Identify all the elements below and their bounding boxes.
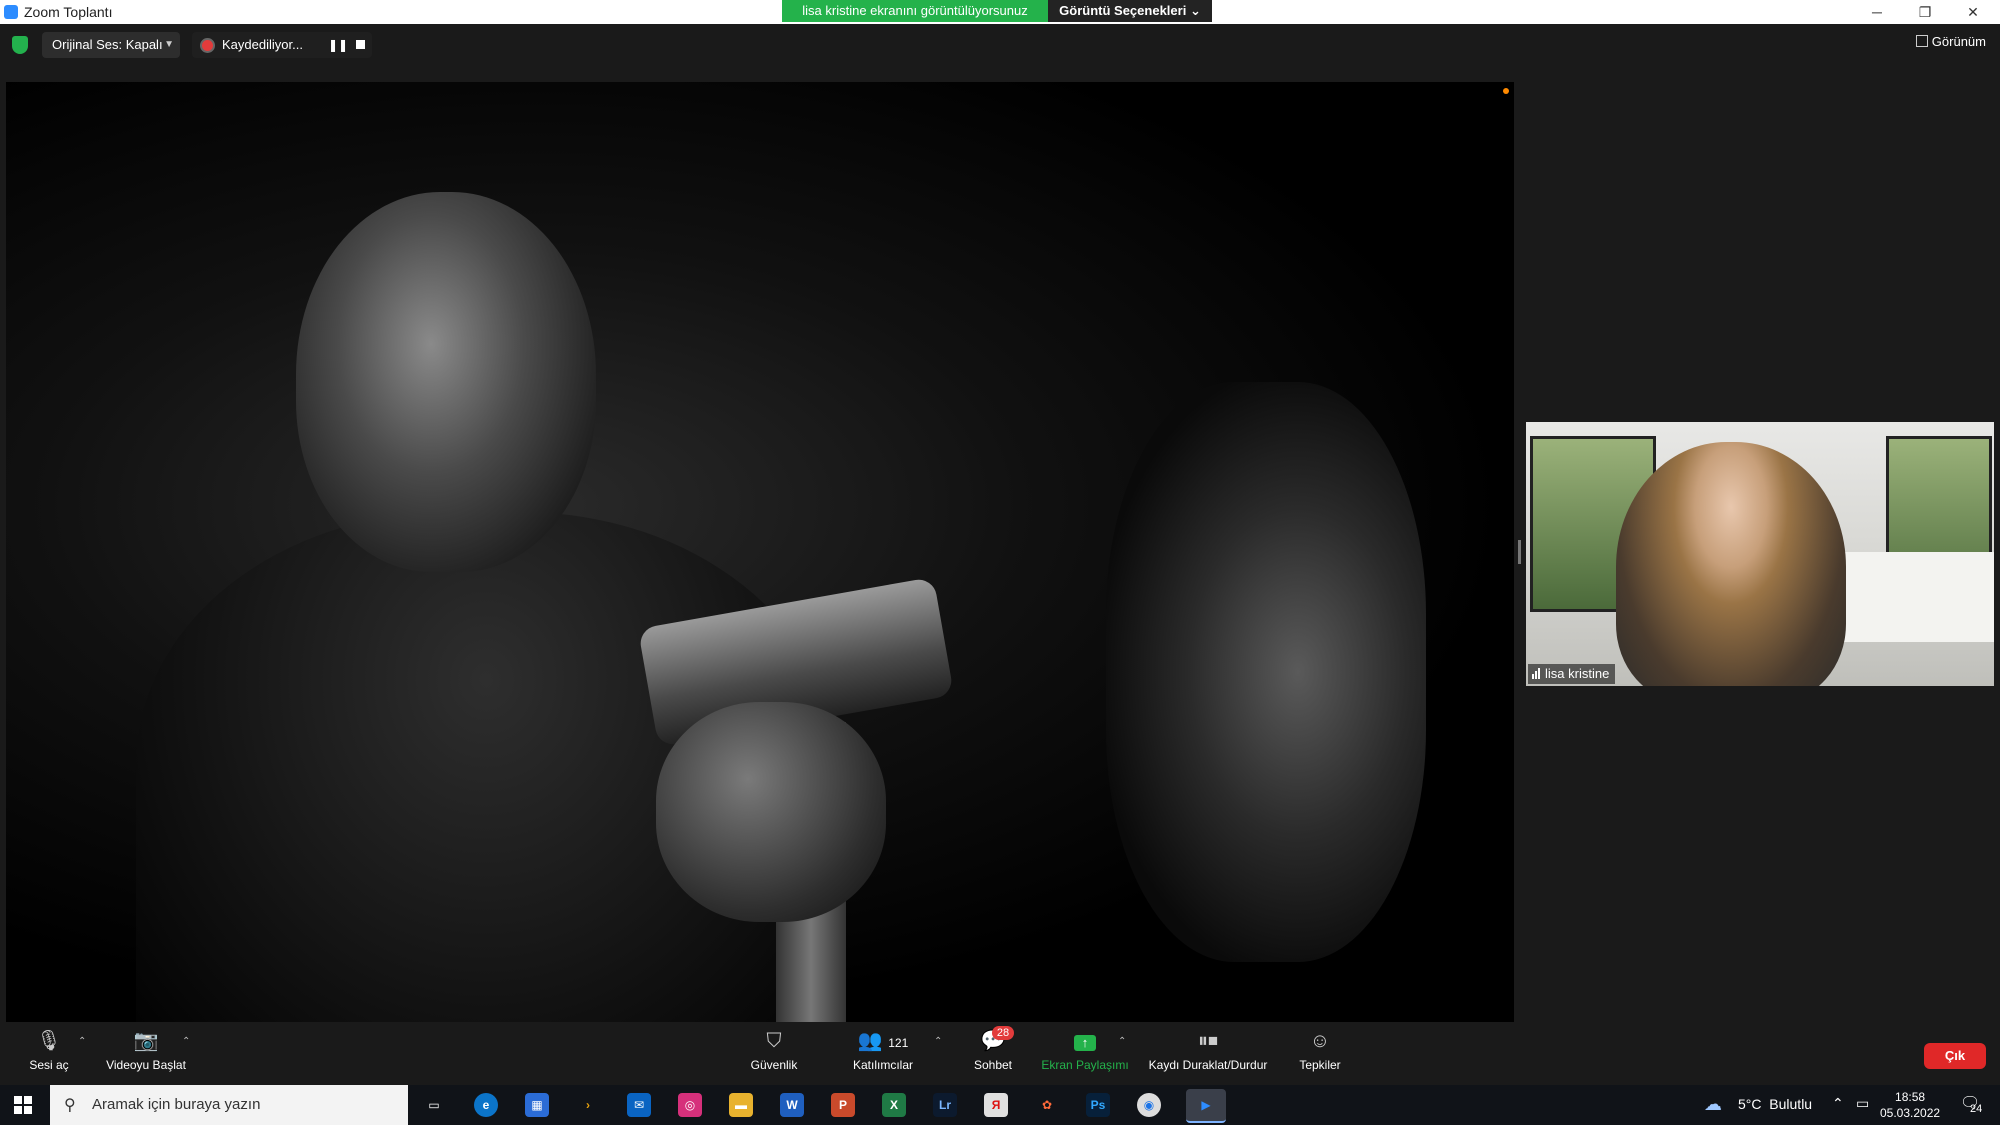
shared-image-head bbox=[296, 192, 596, 572]
participants-caret-icon[interactable]: ⌃ bbox=[934, 1036, 942, 1047]
chat-icon: 💬 28 bbox=[968, 1026, 1018, 1052]
security-shield-icon: ⛉ bbox=[766, 1030, 782, 1052]
title-bar: Zoom Toplantı lisa kristine ekranını gör… bbox=[0, 0, 2000, 24]
security-label: Güvenlik bbox=[750, 1058, 798, 1072]
windows-start-icon[interactable] bbox=[14, 1096, 32, 1114]
file-explorer-icon[interactable]: ▬ bbox=[729, 1093, 753, 1117]
start-video-button[interactable]: 📷 Videoyu Başlat bbox=[100, 1030, 192, 1072]
network-icon[interactable]: ▭ bbox=[1856, 1095, 1869, 1112]
word-icon[interactable]: W bbox=[780, 1093, 804, 1117]
participants-label: Katılımcılar bbox=[852, 1058, 913, 1072]
taskbar-search-box[interactable]: ⚲ Aramak için buraya yazın bbox=[50, 1085, 408, 1125]
share-screen-label: Ekran Paylaşımı bbox=[1041, 1058, 1129, 1072]
participant-video-tile[interactable]: lisa kristine bbox=[1526, 422, 1994, 686]
participant-person bbox=[1616, 442, 1846, 686]
chat-label: Sohbet bbox=[973, 1058, 1013, 1072]
plex-icon[interactable]: › bbox=[576, 1093, 600, 1117]
recording-indicator: Kaydediliyor... ❚❚ bbox=[192, 32, 372, 58]
notification-center-icon[interactable]: 🗨 24 bbox=[1960, 1093, 1984, 1117]
activity-dot bbox=[1503, 88, 1509, 94]
participants-count: 121 bbox=[888, 1036, 909, 1050]
stop-recording-icon[interactable] bbox=[356, 40, 365, 49]
notification-count: 24 bbox=[1970, 1103, 1983, 1115]
participant-name-tag: lisa kristine bbox=[1528, 664, 1616, 684]
share-screen-button[interactable]: ↑ Ekran Paylaşımı bbox=[1040, 1030, 1130, 1072]
lightroom-icon[interactable]: Lr bbox=[933, 1093, 957, 1117]
recording-control-label: Kaydı Duraklat/Durdur bbox=[1148, 1058, 1268, 1072]
share-screen-icon: ↑ bbox=[1040, 1030, 1130, 1052]
view-options-label: Görüntü Seçenekleri bbox=[1059, 3, 1187, 18]
original-audio-label: Orijinal Ses: Kapalı bbox=[52, 37, 163, 52]
leave-button[interactable]: Çık bbox=[1924, 1043, 1986, 1069]
meeting-toolbar: 🎙 Sesi aç ⌃ 📷 Videoyu Başlat ⌃ ⛉ Güvenli… bbox=[0, 1024, 2000, 1084]
shared-screen-content bbox=[6, 82, 1514, 1022]
video-options-caret-icon[interactable]: ⌃ bbox=[182, 1036, 190, 1047]
taskbar-search-placeholder: Aramak için buraya yazın bbox=[92, 1096, 261, 1113]
pause-recording-icon[interactable]: ❚❚ bbox=[328, 32, 348, 58]
clock-date: 05.03.2022 bbox=[1880, 1106, 1941, 1120]
background-table bbox=[1836, 552, 1994, 642]
panel-resize-handle[interactable] bbox=[1518, 540, 1521, 564]
share-options-caret-icon[interactable]: ⌃ bbox=[1118, 1036, 1126, 1047]
edge-icon[interactable]: e bbox=[474, 1093, 498, 1117]
minimize-button[interactable]: ─ bbox=[1862, 2, 1892, 22]
camera-off-icon: 📷 bbox=[133, 1030, 159, 1052]
taskbar-clock[interactable]: 18:58 05.03.2022 bbox=[1880, 1089, 1940, 1121]
unmute-button[interactable]: 🎙 Sesi aç bbox=[22, 1030, 76, 1072]
signal-strength-icon bbox=[1532, 667, 1541, 682]
participants-button[interactable]: 👥 121 Katılımcılar bbox=[848, 1030, 918, 1072]
grid-view-icon bbox=[1915, 35, 1928, 47]
chevron-down-icon: ⌄ bbox=[1189, 3, 1201, 18]
security-button[interactable]: ⛉ Güvenlik bbox=[744, 1030, 804, 1072]
photoshop-icon[interactable]: Ps bbox=[1086, 1093, 1110, 1117]
chat-unread-badge: 28 bbox=[992, 1026, 1014, 1040]
instagram-icon[interactable]: ◎ bbox=[678, 1093, 702, 1117]
close-button[interactable]: ✕ bbox=[1958, 2, 1988, 22]
caret-down-icon: ▼ bbox=[164, 39, 174, 50]
participants-icon: 👥 121 bbox=[857, 1030, 909, 1052]
weather-condition: Bulutlu bbox=[1769, 1096, 1813, 1112]
view-button[interactable]: Görünüm bbox=[1915, 34, 1986, 49]
shared-image-rock bbox=[1106, 382, 1426, 962]
mail-icon[interactable]: ✉ bbox=[627, 1093, 651, 1117]
pause-stop-recording-icon: ⏸⏹ bbox=[1198, 1030, 1218, 1052]
chat-button[interactable]: 💬 28 Sohbet bbox=[968, 1026, 1018, 1072]
search-icon: ⚲ bbox=[64, 1097, 76, 1114]
yandex-icon[interactable]: Я bbox=[984, 1093, 1008, 1117]
reactions-button[interactable]: ☺ Tepkiler bbox=[1296, 1030, 1344, 1072]
reactions-label: Tepkiler bbox=[1299, 1058, 1341, 1072]
gnome-app-icon[interactable]: ✿ bbox=[1035, 1093, 1059, 1117]
original-audio-dropdown[interactable]: Orijinal Ses: Kapalı ▼ bbox=[42, 32, 180, 58]
clock-time: 18:58 bbox=[1895, 1090, 1926, 1104]
recording-label: Kaydediliyor... bbox=[222, 37, 303, 52]
store-icon[interactable]: ▦ bbox=[525, 1093, 549, 1117]
cloud-weather-icon: ☁ bbox=[1704, 1094, 1722, 1114]
screen-share-banner: lisa kristine ekranını görüntülüyorsunuz bbox=[782, 0, 1048, 22]
restore-button[interactable]: ❐ bbox=[1910, 2, 1940, 22]
microphone-muted-icon: 🎙 bbox=[36, 1030, 62, 1052]
encryption-shield-icon[interactable] bbox=[12, 36, 28, 54]
reactions-emoji-icon: ☺ bbox=[1309, 1030, 1331, 1052]
zoom-app-icon bbox=[4, 5, 18, 19]
unmute-label: Sesi aç bbox=[29, 1058, 69, 1072]
audio-options-caret-icon[interactable]: ⌃ bbox=[78, 1036, 86, 1047]
window-title: Zoom Toplantı bbox=[24, 4, 113, 20]
record-dot-icon bbox=[202, 40, 213, 51]
weather-widget[interactable]: 5°C Bulutlu bbox=[1738, 1096, 1812, 1112]
chrome-icon[interactable]: ◉ bbox=[1137, 1093, 1161, 1117]
participant-name: lisa kristine bbox=[1545, 666, 1610, 681]
recording-control-button[interactable]: ⏸⏹ Kaydı Duraklat/Durdur bbox=[1144, 1030, 1272, 1072]
temperature: 5°C bbox=[1738, 1096, 1762, 1112]
task-view-icon[interactable]: ▭ bbox=[422, 1093, 446, 1117]
view-options-button[interactable]: Görüntü Seçenekleri ⌄ bbox=[1048, 0, 1212, 22]
view-label: Görünüm bbox=[1931, 34, 1986, 49]
shared-image-hand bbox=[656, 702, 886, 922]
powerpoint-icon[interactable]: P bbox=[831, 1093, 855, 1117]
zoom-icon[interactable]: ▶ bbox=[1186, 1089, 1226, 1123]
windows-taskbar: ⚲ Aramak için buraya yazın ▭ e ▦ › ✉ ◎ ▬… bbox=[0, 1085, 2000, 1125]
start-video-label: Videoyu Başlat bbox=[106, 1058, 186, 1072]
excel-icon[interactable]: X bbox=[882, 1093, 906, 1117]
chevron-up-icon[interactable]: ⌃ bbox=[1832, 1095, 1844, 1112]
